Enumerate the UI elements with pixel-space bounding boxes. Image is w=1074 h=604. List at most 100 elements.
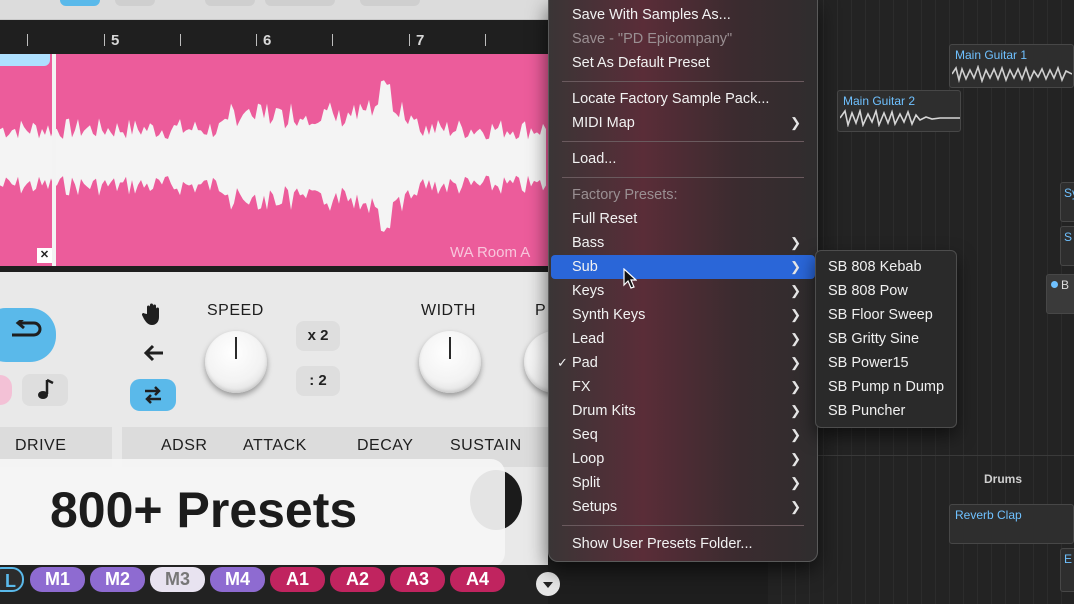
loop-arrow-icon <box>12 320 42 337</box>
pink-toggle[interactable] <box>0 375 12 405</box>
macro-l-button[interactable]: L <box>0 567 24 592</box>
attack-label: ATTACK <box>243 437 307 454</box>
clip-waveform <box>952 65 1072 83</box>
audio-clip-partial[interactable]: B <box>1046 274 1074 314</box>
speed-knob[interactable] <box>205 331 267 393</box>
audio-clip-partial[interactable]: Sy <box>1060 182 1074 222</box>
chevron-right-icon: ❯ <box>790 475 801 490</box>
clip-name: Reverb Clap <box>955 508 1022 522</box>
partial-knob[interactable] <box>524 331 548 393</box>
clear-sample-button[interactable]: ✕ <box>37 248 52 263</box>
drums-track-label: Drums <box>984 472 1023 486</box>
menu-item-set-as-default-preset[interactable]: Set As Default Preset <box>551 51 815 75</box>
top-tab[interactable] <box>360 0 420 6</box>
loop-mode-button[interactable] <box>0 308 56 362</box>
audio-clip[interactable]: Main Guitar 2 <box>837 90 961 132</box>
menu-item-load[interactable]: Load... <box>551 147 815 171</box>
menu-item-label: MIDI Map <box>572 115 635 131</box>
record-dot-icon <box>1051 281 1058 288</box>
menu-item-label: Pad <box>572 355 598 371</box>
menu-item-fx[interactable]: FX ❯ <box>551 375 815 399</box>
top-tab[interactable] <box>265 0 335 6</box>
macro-a4-button[interactable]: A4 <box>450 567 505 592</box>
audio-clip[interactable]: Reverb Clap <box>949 504 1074 544</box>
waveform-graphic <box>0 80 546 232</box>
chevron-right-icon: ❯ <box>790 499 801 514</box>
macro-a3-button[interactable]: A3 <box>390 567 445 592</box>
decay-label: DECAY <box>357 437 414 454</box>
chevron-right-icon: ❯ <box>790 451 801 466</box>
top-tab[interactable] <box>205 0 255 6</box>
menu-item-lead[interactable]: Lead ❯ <box>551 327 815 351</box>
submenu-preset-item[interactable]: SB 808 Kebab <box>828 255 922 279</box>
menu-item-save-pd-epicompany: Save - "PD Epicompany" <box>551 27 815 51</box>
menu-anchor-strip <box>548 562 768 604</box>
menu-item-label: Bass <box>572 235 605 251</box>
menu-item-setups[interactable]: Setups ❯ <box>551 495 815 519</box>
sustain-label: SUSTAIN <box>450 437 522 454</box>
audio-clip[interactable]: Main Guitar 1 <box>949 44 1074 88</box>
loop-marker[interactable] <box>0 54 50 66</box>
hand-icon[interactable] <box>142 302 164 326</box>
menu-item-label: Factory Presets: <box>572 187 678 203</box>
menu-item-keys[interactable]: Keys ❯ <box>551 279 815 303</box>
menu-item-label: Locate Factory Sample Pack... <box>572 91 770 107</box>
promo-title: 800+ Presets <box>50 482 358 538</box>
promo-overlay: 800+ Presets <box>0 459 505 567</box>
ruler-number: 6 <box>263 32 272 49</box>
macro-m1-button[interactable]: M1 <box>30 567 85 592</box>
macro-m4-button[interactable]: M4 <box>210 567 265 592</box>
width-knob[interactable] <box>419 331 481 393</box>
audio-clip-partial[interactable]: S <box>1060 226 1074 266</box>
submenu-preset-item[interactable]: SB Puncher <box>828 399 905 423</box>
menu-item-loop[interactable]: Loop ❯ <box>551 447 815 471</box>
macro-a2-button[interactable]: A2 <box>330 567 385 592</box>
chevron-right-icon: ❯ <box>790 259 801 274</box>
sampler-plugin-window: 5 6 7 ✕ WA Room A SPEED x 2: 2 WIDTH P … <box>0 0 548 604</box>
menu-item-label: Load... <box>572 151 617 167</box>
menu-separator <box>562 177 804 178</box>
chevron-right-icon: ❯ <box>790 115 801 130</box>
menu-item-pad[interactable]: Pad ✓ ❯ <box>551 351 815 375</box>
speed-double-button[interactable]: x 2 <box>296 321 340 351</box>
menu-item-full-reset[interactable]: Full Reset <box>551 207 815 231</box>
arrow-left-icon[interactable] <box>143 344 165 362</box>
macro-m3-button[interactable]: M3 <box>150 567 205 592</box>
submenu-preset-item[interactable]: SB Pump n Dump <box>828 375 944 399</box>
preset-menu-button[interactable] <box>536 572 560 596</box>
menu-item-drum-kits[interactable]: Drum Kits ❯ <box>551 399 815 423</box>
top-tab[interactable] <box>115 0 155 6</box>
macro-a1-button[interactable]: A1 <box>270 567 325 592</box>
submenu-preset-item[interactable]: SB Floor Sweep <box>828 303 933 327</box>
menu-item-locate-factory-sample-pack[interactable]: Locate Factory Sample Pack... <box>551 87 815 111</box>
menu-item-bass[interactable]: Bass ❯ <box>551 231 815 255</box>
menu-item-midi-map[interactable]: MIDI Map ❯ <box>551 111 815 135</box>
speed-half-button[interactable]: : 2 <box>296 366 340 396</box>
macro-m2-button[interactable]: M2 <box>90 567 145 592</box>
menu-item-show-user-presets-folder[interactable]: Show User Presets Folder... <box>551 532 815 556</box>
ruler-number: 7 <box>416 32 425 49</box>
timeline-ruler[interactable]: 5 6 7 <box>0 20 548 54</box>
submenu-preset-item[interactable]: SB Power15 <box>828 351 909 375</box>
menu-item-save-with-samples-as[interactable]: Save With Samples As... <box>551 3 815 27</box>
menu-item-label: Drum Kits <box>572 403 636 419</box>
menu-item-sub[interactable]: Sub ❯ <box>551 255 815 279</box>
ruler-number: 5 <box>111 32 120 49</box>
submenu-preset-item[interactable]: SB Gritty Sine <box>828 327 919 351</box>
audio-clip-partial[interactable]: E <box>1060 548 1074 592</box>
menu-item-synth-keys[interactable]: Synth Keys ❯ <box>551 303 815 327</box>
swap-direction-button[interactable] <box>130 379 176 411</box>
playhead-marker[interactable] <box>52 54 56 266</box>
menu-item-label: Synth Keys <box>572 307 646 323</box>
clip-name: S <box>1064 230 1073 244</box>
adsr-label: ADSR <box>161 437 208 454</box>
waveform-display[interactable]: ✕ WA Room A <box>0 54 548 266</box>
menu-item-label: Loop <box>572 451 605 467</box>
top-tab-active[interactable] <box>60 0 100 6</box>
note-mode-button[interactable] <box>22 374 68 406</box>
clip-name: Main Guitar 2 <box>843 94 916 108</box>
clip-name: Sy <box>1064 186 1074 200</box>
submenu-preset-item[interactable]: SB 808 Pow <box>828 279 908 303</box>
menu-item-seq[interactable]: Seq ❯ <box>551 423 815 447</box>
menu-item-split[interactable]: Split ❯ <box>551 471 815 495</box>
